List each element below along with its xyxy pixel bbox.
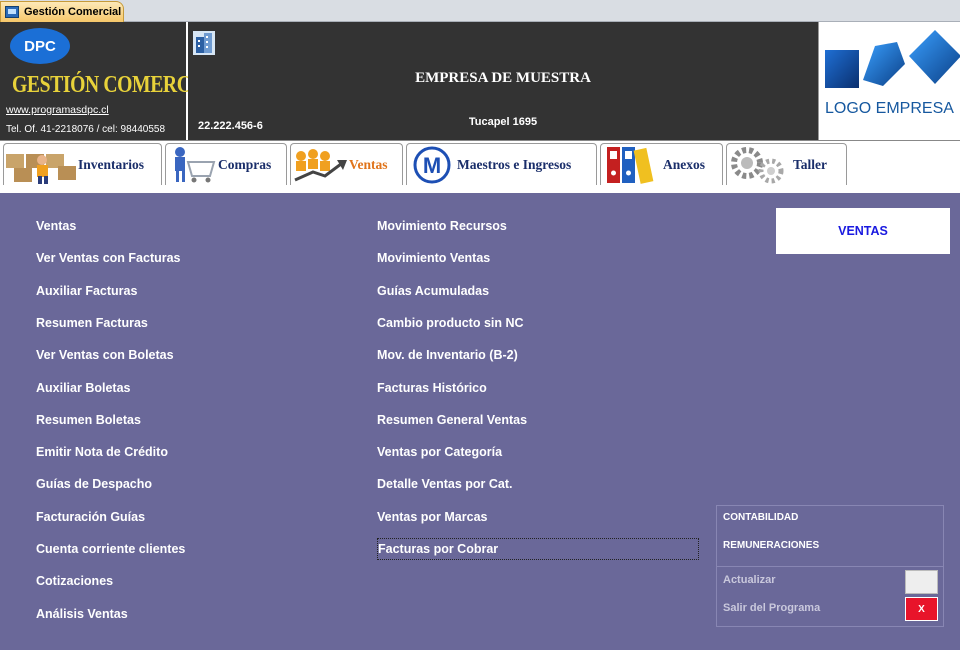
menu-link[interactable]: Detalle Ventas por Cat. (377, 477, 512, 491)
menu-link[interactable]: Guías Acumuladas (377, 284, 489, 298)
company-name: EMPRESA DE MUESTRA (415, 70, 591, 86)
company-address: Tucapel 1695 (468, 116, 538, 128)
company-logo-block: LOGO EMPRESA (818, 22, 960, 140)
side-panel-divider (717, 566, 943, 567)
tab-label: Anexos (663, 156, 706, 172)
actualizar-label: Actualizar (723, 574, 776, 586)
tab-label: Maestros e Ingresos (457, 156, 572, 172)
binders-icon (607, 146, 654, 184)
window-titlebar: Gestión Comercial (0, 0, 960, 22)
menu-link[interactable]: Ventas (36, 219, 76, 233)
m-circle-icon: M (413, 146, 451, 183)
menu-link[interactable]: Cotizaciones (36, 574, 113, 588)
company-logo-icon (825, 30, 960, 88)
tab-label: Taller (793, 156, 828, 172)
tab-inventarios[interactable]: Inventarios (3, 143, 162, 185)
dpc-logo: DPC (10, 28, 70, 64)
menu-link[interactable]: Ver Ventas con Boletas (36, 348, 174, 362)
header: DPC GESTIÓN COMERCIAL www.programasdpc.c… (0, 22, 960, 140)
ventas-panel: VENTAS CONTABILIDAD REMUNERACIONES Actua… (0, 193, 960, 650)
tab-anexos[interactable]: Anexos (600, 143, 723, 185)
tab-ventas[interactable]: Ventas (290, 143, 403, 185)
actualizar-button[interactable] (905, 570, 938, 594)
brand-website-link[interactable]: www.programasdpc.cl (6, 104, 109, 116)
shopping-cart-icon (175, 146, 216, 182)
window-tab[interactable]: Gestión Comercial (0, 1, 124, 22)
exit-button[interactable]: X (905, 597, 938, 621)
menu-link[interactable]: Mov. de Inventario (B-2) (377, 348, 518, 362)
tab-label: Inventarios (78, 156, 145, 172)
menu-link[interactable]: Resumen Boletas (36, 413, 141, 427)
menu-link[interactable]: Movimiento Recursos (377, 219, 507, 233)
contabilidad-link[interactable]: CONTABILIDAD (723, 512, 798, 523)
gears-icon (731, 146, 784, 183)
menu-link[interactable]: Ver Ventas con Facturas (36, 251, 181, 265)
tab-label: Ventas (349, 156, 388, 172)
menu-link[interactable]: Cuenta corriente clientes (36, 542, 185, 556)
brand-phone: Tel. Of. 41-2218076 / cel: 98440558 (6, 124, 166, 135)
menu-link[interactable]: Guías de Despacho (36, 477, 152, 491)
menu-link[interactable]: Auxiliar Facturas (36, 284, 137, 298)
section-title: VENTAS (776, 208, 950, 254)
company-logo-text: LOGO EMPRESA (825, 100, 954, 117)
menu-link[interactable]: Ventas por Categoría (377, 445, 502, 459)
menu-link[interactable]: Emitir Nota de Crédito (36, 445, 168, 459)
side-panel: CONTABILIDAD REMUNERACIONES Actualizar S… (716, 505, 944, 627)
tab-maestros-ingresos[interactable]: M Maestros e Ingresos (406, 143, 597, 185)
menu-link[interactable]: Facturación Guías (36, 510, 145, 524)
module-tabbar: Inventarios Compras Ventas M Maestros e … (0, 140, 960, 186)
salir-label: Salir del Programa (723, 602, 821, 614)
menu-link[interactable]: Cambio producto sin NC (377, 316, 524, 330)
sales-growth-icon (294, 148, 347, 181)
menu-link[interactable]: Ventas por Marcas (377, 510, 487, 524)
tab-taller[interactable]: Taller (726, 143, 847, 185)
brand-block: DPC GESTIÓN COMERCIAL www.programasdpc.c… (0, 22, 225, 140)
menu-link[interactable]: Resumen General Ventas (377, 413, 527, 427)
company-info-block: EMPRESA DE MUESTRA 22.222.456-6 Tucapel … (188, 22, 818, 140)
menu-link[interactable]: Resumen Facturas (36, 316, 148, 330)
svg-text:M: M (423, 153, 441, 178)
menu-link[interactable]: Análisis Ventas (36, 607, 128, 621)
app-window-icon (5, 6, 19, 18)
menu-link[interactable]: Movimiento Ventas (377, 251, 490, 265)
building-icon (193, 31, 215, 55)
tab-compras[interactable]: Compras (165, 143, 287, 185)
warehouse-worker-icon (6, 153, 76, 184)
window-tab-title: Gestión Comercial (24, 6, 122, 18)
tab-label: Compras (218, 156, 272, 172)
menu-link-selected[interactable]: Facturas por Cobrar (377, 538, 699, 560)
remuneraciones-link[interactable]: REMUNERACIONES (723, 540, 819, 551)
menu-link[interactable]: Facturas Histórico (377, 381, 487, 395)
menu-link[interactable]: Auxiliar Boletas (36, 381, 130, 395)
